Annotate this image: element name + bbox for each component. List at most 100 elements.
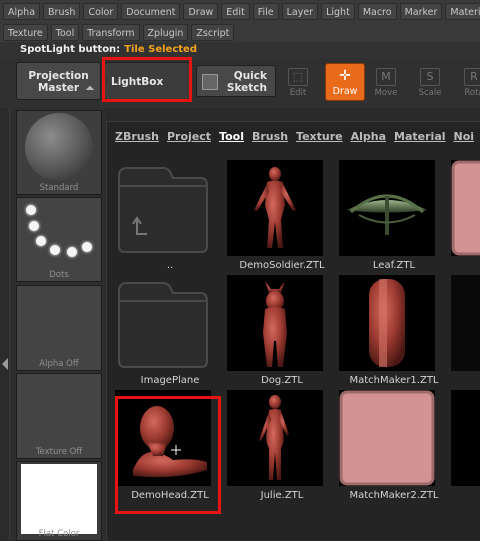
menu-material[interactable]: Material (445, 2, 480, 20)
lightbox-item[interactable]: Leaf.ZTL (339, 160, 449, 274)
stroke-slot[interactable]: Dots (16, 197, 102, 282)
rotate-icon: R (464, 68, 480, 86)
move-button[interactable]: M Move (370, 68, 402, 104)
menu-light[interactable]: Light (321, 2, 355, 20)
texture-label: Texture Off (35, 447, 83, 457)
lightbox-item[interactable]: Matcl (451, 275, 480, 389)
texture-slot[interactable]: Texture Off (16, 373, 102, 459)
item-thumbnail (339, 160, 435, 256)
menu-tool[interactable]: Tool (50, 24, 80, 41)
edit-button[interactable]: ⬚ Edit (282, 68, 314, 104)
lightbox-item[interactable]: MatchMaker1.ZTL (339, 275, 449, 389)
menu-alpha[interactable]: Alpha (3, 2, 41, 20)
lightbox-tab-zbrush[interactable]: ZBrush (115, 130, 159, 143)
stroke-dot (82, 242, 92, 252)
lightbox-tab-material[interactable]: Material (394, 130, 445, 143)
menu-transform[interactable]: Transform (82, 24, 140, 41)
lightbox-item[interactable]: Dog.ZTL (227, 275, 337, 389)
lightbox-tab-brush[interactable]: Brush (252, 130, 288, 143)
draw-label: Draw (332, 86, 358, 97)
rotate-button[interactable]: R Rota (458, 68, 480, 104)
item-thumbnail (227, 390, 323, 486)
lightbox-item[interactable]: MatchMaker2.ZTL (339, 390, 449, 504)
stroke-dot (67, 247, 77, 257)
item-caption: DemoSoldier.ZTL (239, 260, 325, 271)
scale-button[interactable]: S Scale (414, 68, 446, 104)
move-label: Move (374, 88, 398, 98)
stroke-dot (36, 236, 46, 246)
lightbox-panel: ZBrush Project Tool Brush Texture Alpha Materi… (106, 121, 480, 540)
rotate-label: Rota (464, 88, 480, 98)
edit-icon: ⬚ (288, 68, 308, 86)
material-slot[interactable]: Flat Color (16, 461, 102, 541)
draw-icon: ✛ (339, 68, 351, 84)
item-thumbnail (451, 275, 480, 371)
item-caption: ImagePlane (140, 375, 200, 386)
sketch-icon (202, 74, 218, 90)
menu-document[interactable]: Document (121, 2, 181, 20)
scale-icon: S (420, 68, 440, 86)
item-thumbnail (227, 275, 323, 371)
expand-arrow-icon[interactable] (2, 358, 8, 370)
menu-bar-second: Texture Tool Transform Zplugin Zscript (0, 22, 480, 44)
item-caption: Leaf.ZTL (372, 260, 416, 271)
item-thumbnail (339, 390, 435, 486)
menu-draw[interactable]: Draw (183, 2, 219, 20)
brush-slot[interactable]: Standard (16, 110, 102, 195)
lightbox-tab-noi[interactable]: Noi (454, 130, 475, 143)
projection-label-line1: Projection (28, 70, 89, 82)
lightbox-item[interactable]: DemoSoldier.ZTL (227, 160, 337, 274)
draw-button[interactable]: ✛ Draw (325, 63, 365, 101)
menu-texture[interactable]: Texture (3, 24, 48, 41)
menu-layer[interactable]: Layer (281, 2, 319, 20)
menu-color[interactable]: Color (83, 2, 119, 20)
lightbox-tab-project[interactable]: Project (167, 130, 211, 143)
quick-sketch-button[interactable]: Quick Sketch (196, 65, 276, 97)
item-caption: DemoHead.ZTL (131, 490, 209, 501)
menu-zscript[interactable]: Zscript (191, 24, 235, 41)
menu-file[interactable]: File (252, 2, 279, 20)
projection-master-button[interactable]: Projection Master (16, 62, 101, 100)
stroke-dot (26, 205, 36, 215)
lightbox-item[interactable]: .. (115, 160, 225, 274)
menu-macro[interactable]: Macro (357, 2, 397, 20)
lightbox-item[interactable]: ImagePlane (115, 275, 225, 389)
menu-edit[interactable]: Edit (221, 2, 250, 20)
item-caption: MatchMaker1.ZTL (349, 375, 439, 386)
item-caption: Matcl (451, 260, 480, 271)
menu-brush[interactable]: Brush (43, 2, 81, 20)
item-thumbnail (339, 275, 435, 371)
stroke-dot (29, 221, 39, 231)
brush-label: Standard (39, 183, 79, 193)
item-caption: Matcl (451, 375, 480, 386)
item-caption: MatchMaker2.ZTL (349, 490, 439, 501)
spotlight-tip: SpotLight button: Tile Selected (0, 42, 480, 58)
folder-icon (115, 160, 211, 256)
folder-icon (115, 275, 211, 371)
material-label: Flat Color (38, 529, 80, 539)
item-thumbnail (451, 160, 480, 256)
dots-label: Dots (49, 270, 69, 280)
item-thumbnail (115, 390, 211, 486)
menu-zplugin[interactable]: Zplugin (142, 24, 189, 41)
lightbox-item[interactable]: Julie.ZTL (227, 390, 337, 504)
lightbox-item[interactable]: Nickz (451, 390, 480, 504)
lightbox-tab-texture[interactable]: Texture (296, 130, 343, 143)
item-thumbnail (227, 160, 323, 256)
left-tray-edge[interactable] (0, 108, 10, 540)
item-caption: .. (166, 260, 174, 271)
tip-prefix: SpotLight button: (20, 44, 121, 55)
alpha-slot[interactable]: Alpha Off (16, 285, 102, 371)
menu-marker[interactable]: Marker (399, 2, 443, 20)
tip-value: Tile Selected (124, 44, 197, 55)
scale-label: Scale (418, 88, 442, 98)
lightbox-item[interactable]: Matcl (451, 160, 480, 274)
lightbox-tab-tool[interactable]: Tool (219, 130, 244, 143)
lightbox-button[interactable]: LightBox (104, 62, 190, 100)
lightbox-tab-alpha[interactable]: Alpha (351, 130, 386, 143)
material-swatch (21, 464, 97, 534)
standard-brush-icon (25, 113, 93, 181)
item-caption: Nickz (451, 490, 480, 501)
lightbox-item[interactable]: DemoHead.ZTL (115, 390, 225, 504)
stroke-dot (50, 245, 60, 255)
